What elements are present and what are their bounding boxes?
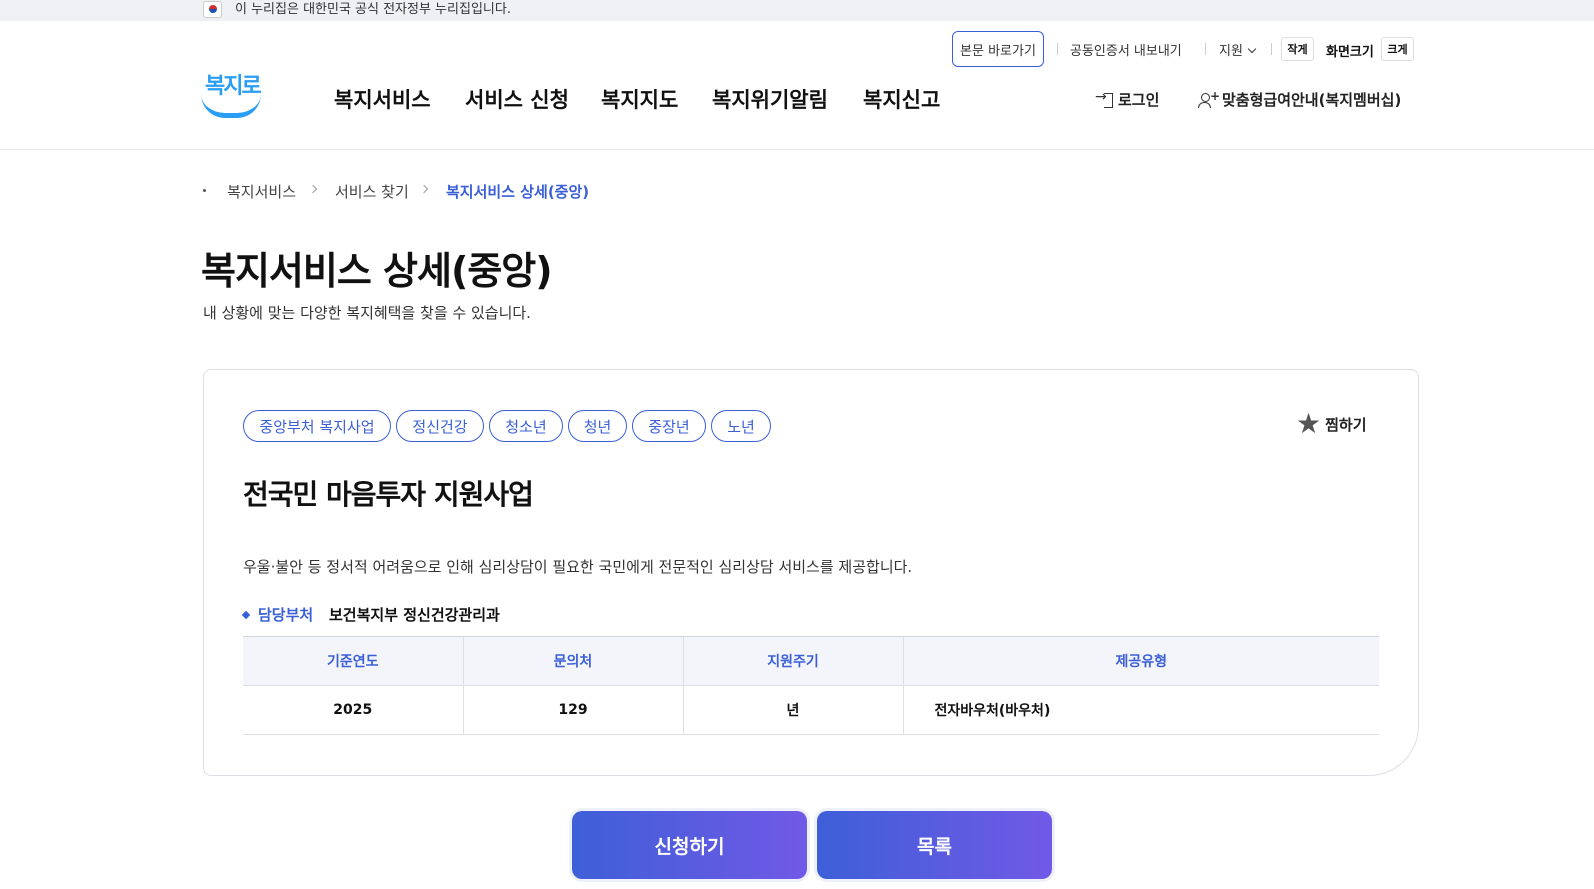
tag-chip[interactable]: 정신건강 [396,410,484,442]
favorite-label: 찜하기 [1325,415,1367,434]
service-info-table: 기준연도 문의처 지원주기 제공유형 2025 129 년 전자바우처(바우처) [243,636,1379,735]
table-cell: 129 [462,685,683,735]
cert-export-link[interactable]: 공동인증서 내보내기 [1070,40,1182,59]
font-small-button[interactable]: 작게 [1281,37,1314,61]
service-description: 우울·불안 등 정서적 어려움으로 인해 심리상담이 필요한 국민에게 전문적인… [243,558,913,576]
favorite-button[interactable]: ★ 찜하기 [1296,410,1367,438]
page-subtitle: 내 상황에 맞는 다양한 복지혜택을 찾을 수 있습니다. [203,304,531,322]
user-add-icon [1198,89,1220,108]
service-title: 전국민 마음투자 지원사업 [243,478,534,511]
tag-chip[interactable]: 청소년 [489,410,563,442]
apply-button[interactable]: 신청하기 [572,811,807,879]
tag-chip[interactable]: 중장년 [632,410,706,442]
chevron-right-icon [419,184,429,194]
login-icon [1095,89,1113,108]
membership-label: 맞춤형급여안내(복지멤버십) [1222,91,1402,109]
table-cell: 전자바우처(바우처) [902,685,1379,735]
skip-to-content-link[interactable]: 본문 바로가기 [952,31,1044,67]
table-row: 2025 129 년 전자바우처(바우처) [243,685,1379,735]
tag-chip[interactable]: 노년 [711,410,771,442]
screen-size-label: 화면크기 [1326,45,1374,60]
home-bullet-icon [203,189,206,192]
chevron-right-icon [308,184,318,194]
divider [1205,43,1206,55]
taegukgi-flag-icon [203,1,222,18]
tag-chip[interactable]: 청년 [568,410,627,442]
nav-service-apply[interactable]: 서비스 신청 [465,84,569,114]
list-button[interactable]: 목록 [817,811,1052,879]
table-header: 문의처 [462,636,683,686]
divider [1057,43,1058,55]
divider [1271,43,1272,55]
nav-welfare-map[interactable]: 복지지도 [601,84,678,114]
page-title: 복지서비스 상세(중앙) [201,249,553,293]
table-cell: 년 [682,685,903,735]
star-icon: ★ [1296,407,1322,440]
breadcrumb-item[interactable]: 복지서비스 [227,181,296,202]
logo-smile-icon [201,94,261,118]
login-label: 로그인 [1118,91,1160,109]
chevron-down-icon [1247,44,1257,54]
tag-chip[interactable]: 중앙부처 복지사업 [243,410,391,442]
table-header: 지원주기 [682,636,903,686]
nav-welfare-report[interactable]: 복지신고 [863,84,940,114]
dept-value: 보건복지부 정신건강관리과 [329,606,500,624]
dept-label: 담당부처 [258,606,314,624]
font-large-button[interactable]: 크게 [1381,37,1414,61]
table-cell: 2025 [243,685,463,735]
support-dropdown[interactable]: 지원 [1219,40,1257,59]
support-label: 지원 [1219,44,1243,59]
site-logo[interactable]: 복지로 [201,66,263,122]
gov-banner: 이 누리집은 대한민국 공식 전자정부 누리집입니다. [0,0,1594,21]
gov-banner-text: 이 누리집은 대한민국 공식 전자정부 누리집입니다. [235,2,511,17]
table-header: 기준연도 [243,636,463,686]
login-link[interactable]: 로그인 [1095,89,1159,110]
nav-welfare-services[interactable]: 복지서비스 [334,84,431,114]
nav-welfare-crisis-alert[interactable]: 복지위기알림 [712,84,828,114]
header-divider [0,149,1594,150]
breadcrumb-item[interactable]: 서비스 찾기 [335,181,409,202]
table-header: 제공유형 [902,636,1379,686]
breadcrumb-current: 복지서비스 상세(중앙) [446,183,590,201]
membership-link[interactable]: 맞춤형급여안내(복지멤버십) [1198,89,1401,110]
